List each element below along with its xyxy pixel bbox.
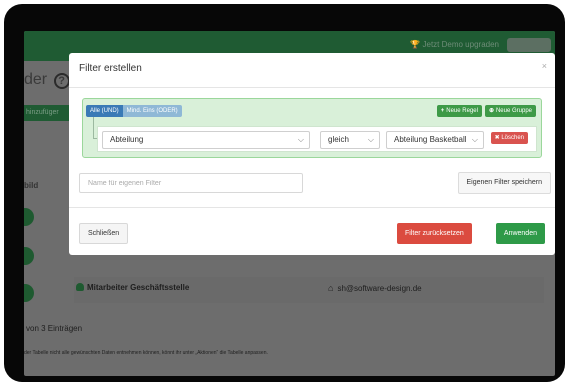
user-icon [76,283,84,291]
add-group-label: Neue Gruppe [495,108,532,114]
upgrade-link-label: Jetzt Demo upgraden [422,40,500,49]
row-name: Mitarbeiter Geschäftsstelle [76,283,189,292]
plus-icon: + [440,108,445,114]
field-select[interactable]: Abteilung ⌵ [102,131,310,149]
reset-filter-button[interactable]: Filter zurücksetzen [397,223,472,244]
value-select[interactable]: Abteilung Basketball ⌵ [386,131,484,149]
filter-name-input[interactable] [79,173,303,193]
rule-actions: + Neue Regel ⊕ Neue Gruppe [436,105,536,117]
avatar [24,208,34,226]
avatar [24,284,34,302]
upgrade-link[interactable]: 🏆 Jetzt Demo upgraden [410,40,499,49]
delete-rule-label: Löschen [501,135,524,141]
table-hint: der Tabelle nicht alle gewünschten Daten… [24,350,268,356]
question-circle-icon[interactable]: ? [53,73,70,89]
chevron-down-icon: ⌵ [367,135,374,144]
row-name-text: Mitarbeiter Geschäftsstelle [87,283,190,292]
device-frame: 🏆 Jetzt Demo upgraden der ? hinzufüger b… [4,4,565,382]
add-rule-label: Neue Regel [446,108,478,114]
field-select-value: Abteilung [110,135,144,144]
close-button[interactable]: Schließen [79,223,129,244]
modal-title: Filter erstellen [79,63,142,74]
row-email-text: sh@software-design.de [337,284,422,293]
screen: 🏆 Jetzt Demo upgraden der ? hinzufüger b… [24,31,555,376]
filter-rule: Abteilung ⌵ gleich ⌵ Abteilung Basketbal… [97,126,537,152]
add-rule-button[interactable]: + Neue Regel [436,105,482,117]
divider [69,87,555,88]
filter-modal: Filter erstellen × Alle (UND) Mind. Eins… [69,53,555,255]
x-icon: ✖ [494,135,500,141]
condition-toggle: Alle (UND) Mind. Eins (ODER) [86,105,182,117]
apply-button[interactable]: Anwenden [495,223,545,244]
delete-rule-button[interactable]: ✖ Löschen [490,132,528,144]
entries-info: von 3 Einträgen [26,324,83,333]
condition-or-button[interactable]: Mind. Eins (ODER) [122,105,182,117]
add-group-button[interactable]: ⊕ Neue Gruppe [484,105,536,117]
value-select-value: Abteilung Basketball [394,135,467,144]
divider [69,207,555,208]
query-builder: Alle (UND) Mind. Eins (ODER) + Neue Regel… [82,98,542,158]
chevron-down-icon: ⌵ [297,135,304,144]
home-icon: ⌂ [328,283,334,293]
operator-select[interactable]: gleich ⌵ [320,131,380,149]
chevron-down-icon: ⌵ [471,135,478,144]
condition-and-button[interactable]: Alle (UND) [86,105,123,117]
close-icon[interactable]: × [542,61,547,71]
page-title: der ? [24,71,70,89]
plus-circle-icon: ⊕ [488,108,494,114]
trophy-icon: 🏆 [410,40,421,49]
column-header-left: bild [24,181,39,190]
avatar [24,247,34,265]
row-email: ⌂ sh@software-design.de [328,283,422,293]
save-filter-button[interactable]: Eigenen Filter speichern [457,172,551,194]
header-button[interactable] [507,38,551,52]
page-title-text: der [24,71,48,88]
operator-select-value: gleich [328,135,349,144]
add-button[interactable]: hinzufüger [24,105,72,121]
